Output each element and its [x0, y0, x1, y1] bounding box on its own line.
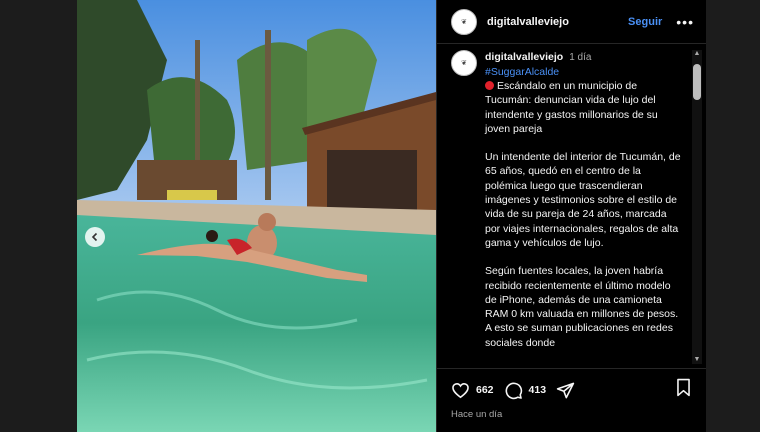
post-photo[interactable]: [77, 0, 436, 432]
follow-button[interactable]: Seguir: [628, 16, 662, 28]
pool-scene-image: [77, 0, 436, 432]
avatar-logo-icon: ❦: [461, 59, 467, 67]
comment-button[interactable]: 413: [504, 381, 547, 400]
caption-meta: digitalvalleviejo 1 día: [485, 50, 683, 65]
send-icon: [556, 382, 575, 398]
heart-icon: [452, 382, 469, 398]
chevron-left-icon: [91, 232, 98, 242]
like-count[interactable]: 662: [476, 384, 494, 396]
header-username[interactable]: digitalvalleviejo: [487, 16, 628, 28]
post-modal: ❦ digitalvalleviejo Seguir ••• ❦ digital…: [77, 0, 706, 432]
like-button[interactable]: 662: [451, 381, 494, 400]
red-circle-icon: [485, 81, 494, 90]
avatar-logo-icon: ❦: [461, 17, 467, 26]
scroll-up-arrow-icon[interactable]: ▲: [693, 50, 701, 58]
share-button[interactable]: [556, 381, 575, 400]
scroll-down-arrow-icon[interactable]: ▼: [693, 356, 701, 364]
action-bar: 662 413 Hace un día: [437, 368, 706, 432]
previous-photo-button[interactable]: [85, 227, 105, 247]
caption-avatar[interactable]: ❦: [451, 50, 477, 76]
caption-item: ❦ digitalvalleviejo 1 día #SuggarAlcalde …: [451, 50, 690, 364]
comment-icon: [505, 382, 522, 399]
post-header: ❦ digitalvalleviejo Seguir •••: [437, 0, 706, 44]
action-row: 662 413: [451, 378, 692, 402]
post-sidebar: ❦ digitalvalleviejo Seguir ••• ❦ digital…: [436, 0, 706, 432]
headline-text: Escándalo en un municipio de Tucumán: de…: [485, 80, 658, 135]
caption-headline: Escándalo en un municipio de Tucumán: de…: [485, 79, 683, 136]
avatar[interactable]: ❦: [451, 8, 477, 35]
more-dots-icon[interactable]: •••: [676, 15, 694, 29]
caption-paragraph-1: Un intendente del interior de Tucumán, d…: [485, 151, 681, 249]
post-timestamp: Hace un día: [451, 409, 503, 420]
caption-username[interactable]: digitalvalleviejo: [485, 51, 563, 63]
comment-count[interactable]: 413: [529, 384, 547, 396]
hashtag-link[interactable]: #SuggarAlcalde: [485, 65, 683, 79]
caption-section: ❦ digitalvalleviejo 1 día #SuggarAlcalde …: [437, 45, 706, 368]
caption-paragraph-2: Según fuentes locales, la joven habría r…: [485, 265, 679, 349]
scrollbar[interactable]: ▲ ▼: [692, 50, 702, 364]
bookmark-icon: [677, 378, 690, 397]
save-button[interactable]: [675, 378, 692, 402]
caption-time: 1 día: [569, 52, 592, 63]
scrollbar-thumb[interactable]: [693, 64, 701, 100]
caption-body: digitalvalleviejo 1 día #SuggarAlcalde Es…: [485, 50, 683, 364]
